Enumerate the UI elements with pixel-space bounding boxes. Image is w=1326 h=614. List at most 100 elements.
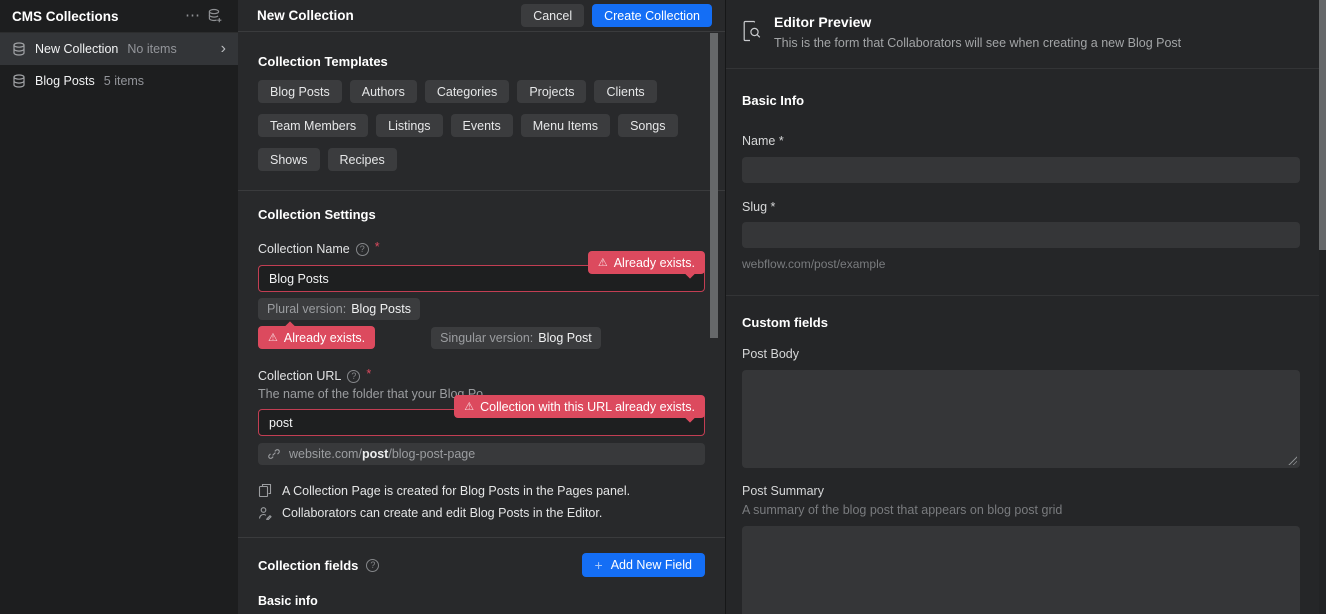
template-chip-shows[interactable]: Shows — [258, 148, 320, 171]
sidebar-title: CMS Collections — [12, 9, 182, 24]
editor-preview-title: Editor Preview — [774, 14, 1181, 30]
url-preview-text: website.com/post/blog-post-page — [289, 447, 475, 461]
template-chip-categories[interactable]: Categories — [425, 80, 509, 103]
preview-name-input[interactable] — [742, 157, 1300, 183]
add-collection-button[interactable] — [204, 5, 226, 27]
slug-hint-text: webflow.com/post/example — [742, 257, 1300, 271]
link-icon — [268, 448, 280, 460]
editor-preview-panel: Editor Preview This is the form that Col… — [725, 0, 1326, 614]
collection-url-label-row: Collection URL ? * — [258, 369, 705, 383]
template-chip-listings[interactable]: Listings — [376, 114, 442, 137]
template-chip-events[interactable]: Events — [451, 114, 513, 137]
url-error-tooltip: ⚠ Collection with this URL already exist… — [454, 395, 705, 418]
url-preview-prefix: website.com/ — [289, 447, 362, 461]
preview-scrollbar-thumb[interactable] — [1319, 0, 1326, 250]
sidebar-item-label: Blog Posts — [35, 74, 95, 88]
plural-error-badge: ⚠ Already exists. — [258, 326, 375, 349]
template-chip-clients[interactable]: Clients — [594, 80, 656, 103]
divider — [238, 190, 725, 191]
cms-sidebar: CMS Collections ⋯ New Collection No it — [0, 0, 238, 614]
name-error-tooltip: ⚠ Already exists. — [588, 251, 705, 274]
warning-icon: ⚠ — [598, 256, 608, 269]
editor-preview-subtitle: This is the form that Collaborators will… — [774, 36, 1181, 50]
template-chip-menu-items[interactable]: Menu Items — [521, 114, 610, 137]
panel-header: New Collection Cancel Create Collection — [238, 0, 725, 32]
plural-version-pill: Plural version: Blog Posts — [258, 298, 420, 320]
cms-collections-app: CMS Collections ⋯ New Collection No it — [0, 0, 1326, 614]
url-error-text: Collection with this URL already exists. — [480, 400, 695, 414]
sidebar-menu-button[interactable]: ⋯ — [182, 5, 204, 27]
database-icon — [12, 74, 26, 88]
pages-icon — [258, 483, 272, 498]
cancel-button[interactable]: Cancel — [521, 4, 584, 27]
collaborator-edit-icon — [258, 506, 272, 520]
template-chip-row: Team Members Listings Events Menu Items … — [258, 114, 705, 137]
collaborators-info: Collaborators can create and edit Blog P… — [258, 506, 705, 520]
template-chip-row: Blog Posts Authors Categories Projects C… — [258, 80, 705, 103]
add-new-field-label: Add New Field — [611, 558, 692, 572]
editor-preview-content: Basic Info Name * Slug * webflow.com/pos… — [726, 93, 1326, 614]
plural-version-row: Plural version: Blog Posts — [258, 298, 705, 320]
basic-info-heading: Basic Info — [742, 93, 1300, 108]
help-icon[interactable]: ? — [356, 243, 369, 256]
post-summary-textarea[interactable] — [742, 526, 1300, 614]
collection-page-info-text: A Collection Page is created for Blog Po… — [282, 484, 630, 498]
panel-content: Collection Templates Blog Posts Authors … — [238, 54, 725, 608]
add-new-field-button[interactable]: + Add New Field — [582, 553, 705, 577]
name-error-text: Already exists. — [614, 256, 695, 270]
collection-fields-heading-group: Collection fields ? — [258, 558, 379, 573]
singular-version-label: Singular version: — [440, 331, 533, 345]
plural-version-value: Blog Posts — [351, 302, 411, 316]
collection-fields-header-row: Collection fields ? + Add New Field — [258, 553, 705, 577]
panel-scrollbar[interactable] — [710, 33, 718, 338]
new-collection-panel: New Collection Cancel Create Collection … — [238, 0, 725, 614]
required-asterisk: * — [366, 367, 371, 381]
version-error-row: ⚠ Already exists. Singular version: Blog… — [258, 326, 705, 349]
template-chip-projects[interactable]: Projects — [517, 80, 586, 103]
sidebar-item-blog-posts[interactable]: Blog Posts 5 items — [0, 65, 238, 97]
divider — [238, 537, 725, 538]
collection-templates-heading: Collection Templates — [258, 54, 705, 69]
post-summary-textarea-wrap — [742, 526, 1300, 614]
sidebar-item-count: 5 items — [104, 74, 144, 88]
database-icon — [12, 42, 26, 56]
slug-field-label: Slug * — [742, 200, 1300, 214]
collaborators-info-text: Collaborators can create and edit Blog P… — [282, 506, 602, 520]
template-chip-row: Shows Recipes — [258, 148, 705, 171]
preview-document-icon — [742, 19, 762, 43]
singular-version-pill: Singular version: Blog Post — [431, 327, 601, 349]
template-chip-team-members[interactable]: Team Members — [258, 114, 368, 137]
name-field-label: Name * — [742, 134, 1300, 148]
collection-settings-heading: Collection Settings — [258, 207, 705, 222]
sidebar-item-new-collection[interactable]: New Collection No items › — [0, 33, 238, 65]
post-summary-label: Post Summary — [742, 484, 1300, 498]
collection-fields-heading: Collection fields — [258, 558, 358, 573]
post-body-label: Post Body — [742, 347, 1300, 361]
chevron-right-icon: › — [221, 43, 226, 55]
editor-preview-header-text: Editor Preview This is the form that Col… — [774, 14, 1181, 68]
template-chip-songs[interactable]: Songs — [618, 114, 677, 137]
preview-scrollbar-track[interactable] — [1319, 0, 1326, 614]
divider — [726, 295, 1326, 296]
create-collection-button[interactable]: Create Collection — [592, 4, 712, 27]
plus-icon: + — [595, 557, 603, 573]
url-preview-suffix: /blog-post-page — [388, 447, 475, 461]
database-plus-icon — [207, 8, 223, 24]
custom-fields-heading: Custom fields — [742, 315, 1300, 330]
sidebar-item-label: New Collection — [35, 42, 118, 56]
template-chip-blog-posts[interactable]: Blog Posts — [258, 80, 342, 103]
singular-version-value: Blog Post — [538, 331, 592, 345]
template-chip-recipes[interactable]: Recipes — [328, 148, 397, 171]
plural-error-text: Already exists. — [284, 331, 365, 345]
warning-icon: ⚠ — [268, 331, 278, 344]
post-body-textarea[interactable] — [742, 370, 1300, 468]
help-icon[interactable]: ? — [366, 559, 379, 572]
preview-slug-input[interactable] — [742, 222, 1300, 248]
template-chip-authors[interactable]: Authors — [350, 80, 417, 103]
panel-title: New Collection — [257, 8, 521, 23]
required-asterisk: * — [375, 240, 380, 254]
url-preview-slug: post — [362, 447, 388, 461]
sidebar-header: CMS Collections ⋯ — [0, 0, 238, 33]
help-icon[interactable]: ? — [347, 370, 360, 383]
post-summary-hint: A summary of the blog post that appears … — [742, 503, 1300, 517]
